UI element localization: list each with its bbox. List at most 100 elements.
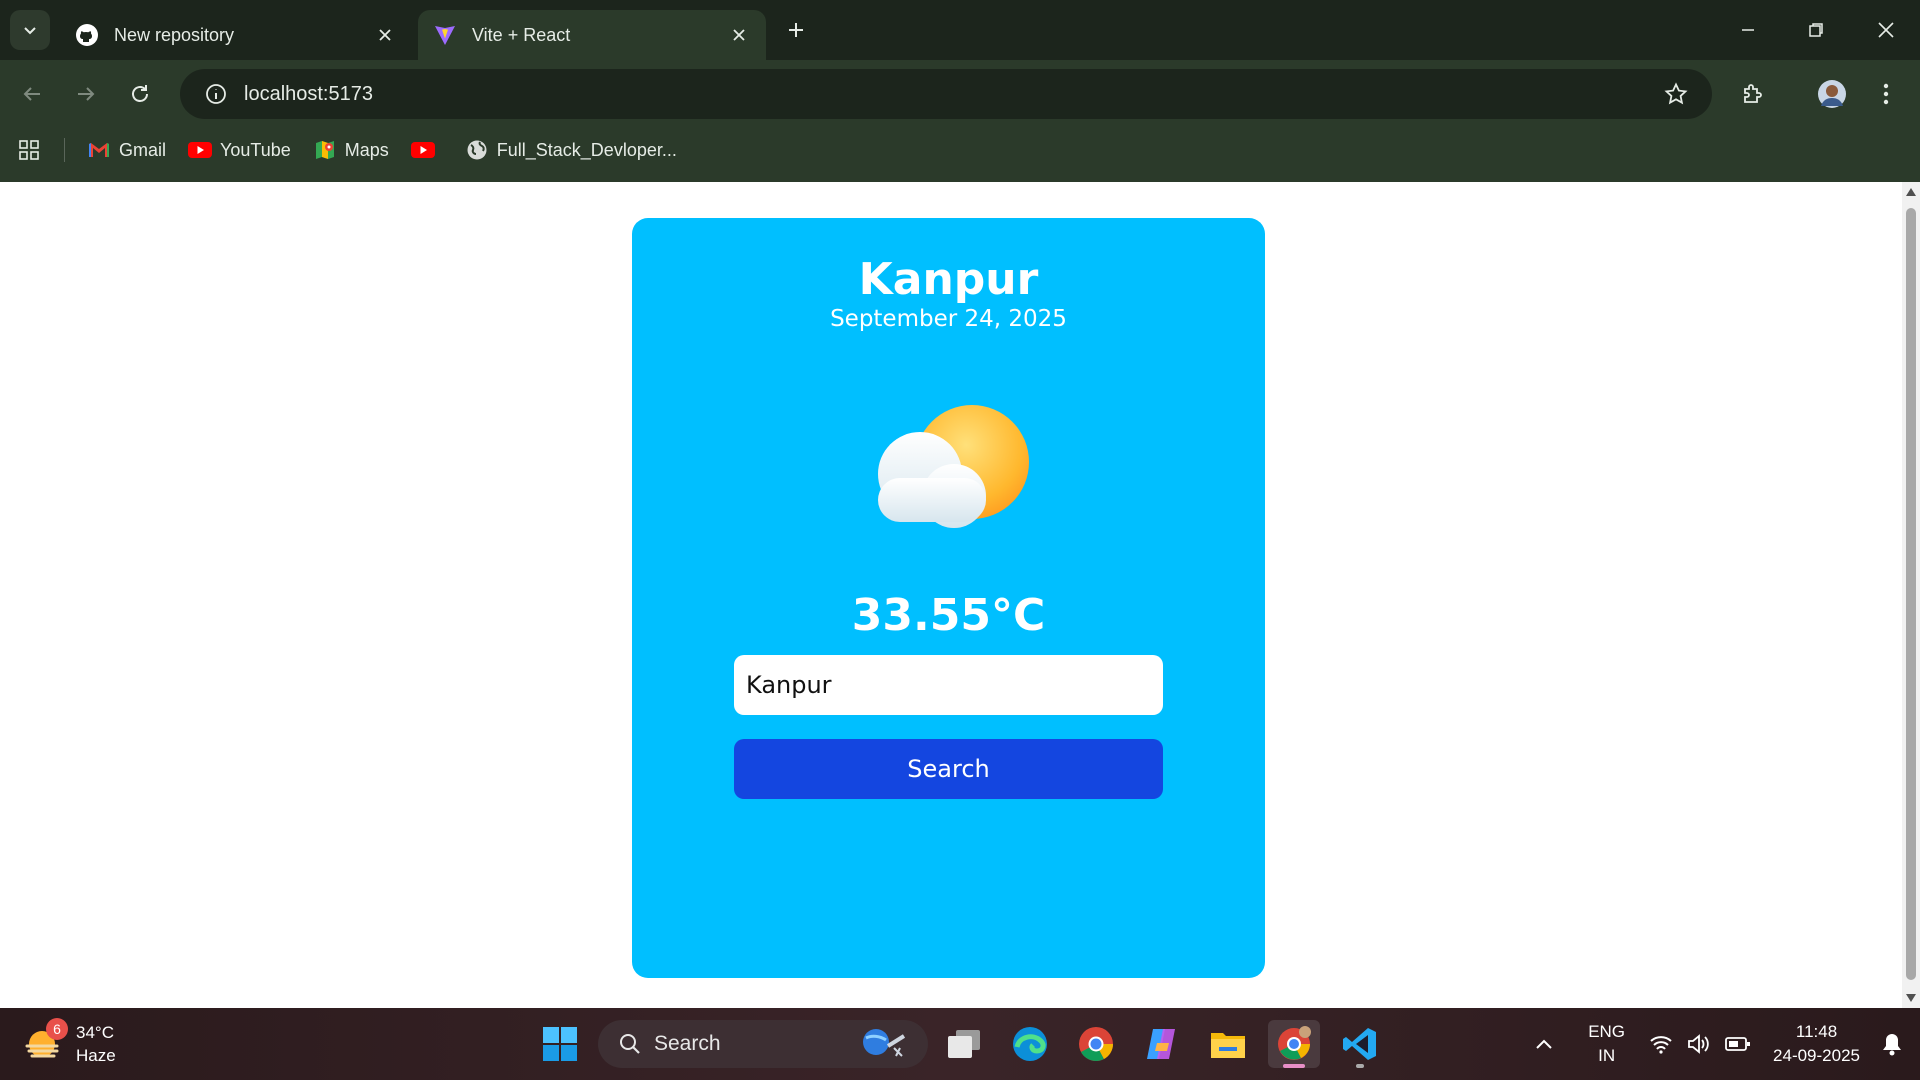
chrome-icon [1079,1027,1113,1061]
globe-icon [465,138,489,162]
language-indicator[interactable]: ENG IN [1588,1020,1625,1068]
copilot-icon [1147,1029,1175,1059]
site-info-icon[interactable] [192,83,240,105]
bell-icon [1883,1034,1901,1056]
search-icon [610,1032,650,1056]
system-tray: ENG IN 11:48 24-09-2025 [1524,1008,1920,1080]
running-app-indicator [1356,1064,1364,1068]
new-tab-button[interactable] [780,14,812,46]
vite-icon [432,22,458,48]
weather-temp: 34°C [76,1023,114,1042]
file-explorer-button[interactable] [1202,1020,1254,1068]
bookmark-label: Full_Stack_Devloper... [496,139,677,160]
bookmark-full-stack[interactable]: Full_Stack_Devloper... [465,134,677,166]
taskbar-weather-widget[interactable]: 6 34°C Haze [24,1018,116,1070]
notification-badge: 6 [46,1018,68,1040]
youtube-icon [188,138,213,162]
bookmark-gmail[interactable]: Gmail [87,134,166,166]
page-viewport: Kanpur September 24, 2025 33.55°C Kanpur… [0,182,1920,1008]
edge-button[interactable] [1004,1020,1056,1068]
start-icon [543,1027,577,1061]
clock[interactable]: 11:48 24-09-2025 [1773,1020,1860,1068]
close-icon[interactable] [372,22,398,48]
wifi-icon [1650,1036,1672,1054]
tab-title: Vite + React [472,24,571,45]
menu-button[interactable] [1866,74,1906,114]
minimize-button[interactable] [1720,10,1776,50]
weather-card: Kanpur September 24, 2025 33.55°C Kanpur… [632,218,1265,978]
forward-button[interactable] [66,74,106,114]
lang-bottom: IN [1598,1046,1616,1065]
partly-cloudy-icon [878,405,1029,528]
clock-time: 11:48 [1795,1022,1838,1041]
taskbar-search-label: Search [654,1032,721,1055]
quick-settings-button[interactable] [1649,1033,1751,1055]
bookmarks-bar: Gmail YouTube Maps Full_Stack_Devloper..… [0,130,1920,170]
avatar [1818,80,1846,108]
vscode-button[interactable] [1334,1020,1386,1068]
github-icon [74,22,100,48]
notifications-button[interactable] [1874,1032,1910,1056]
puzzle-icon [1744,84,1762,103]
close-icon [1878,22,1894,38]
edge-icon [1013,1027,1047,1061]
taskbar: 6 34°C Haze Search ENG IN 11:48 24-09-20… [0,1008,1920,1080]
bookmark-star-icon[interactable] [1652,82,1700,106]
bookmarks-divider [64,138,65,162]
chrome-profile-button[interactable] [1268,1020,1320,1068]
start-button[interactable] [534,1020,586,1068]
extensions-button[interactable] [1733,74,1773,114]
bookmark-label: Maps [344,139,389,160]
scroll-down-icon[interactable] [1905,992,1917,1004]
task-view-button[interactable] [938,1020,990,1068]
close-icon[interactable] [726,22,752,48]
youtube-icon [410,138,435,162]
taskbar-search[interactable]: Search [598,1020,928,1068]
plus-icon [789,23,803,37]
temperature: 33.55°C [851,590,1046,641]
volume-icon [1688,1034,1709,1054]
arrow-left-icon [23,87,40,101]
restore-button[interactable] [1788,10,1844,50]
show-hidden-icons-button[interactable] [1524,1038,1564,1050]
back-button[interactable] [12,74,52,114]
bookmark-label: YouTube [220,139,291,160]
reload-button[interactable] [120,74,160,114]
address-bar[interactable]: localhost:5173 [180,69,1712,119]
search-highlight-icon [854,1024,914,1065]
bookmark-youtube-2[interactable] [410,134,443,166]
bookmark-label: Gmail [119,139,167,160]
browser-chrome: New repository Vite + React localhost:51… [0,0,1920,182]
gmail-icon [87,138,111,162]
close-window-button[interactable] [1858,10,1914,50]
tab-bar: New repository Vite + React [0,0,1920,60]
haze-icon: 6 [24,1018,68,1064]
tab-search-button[interactable] [10,10,50,50]
clock-date: 24-09-2025 [1773,1046,1860,1065]
scrollbar-thumb[interactable] [1906,208,1916,980]
city-name: Kanpur [858,254,1039,305]
chrome-button[interactable] [1070,1020,1122,1068]
current-date: September 24, 2025 [830,306,1067,332]
battery-icon [1725,1037,1751,1051]
weather-desc: Haze [76,1046,116,1065]
search-button[interactable]: Search [734,739,1163,799]
apps-grid-icon [19,140,39,160]
active-app-indicator [1283,1064,1305,1068]
maps-icon [313,138,337,162]
more-vertical-icon [1883,83,1889,105]
city-search-input[interactable] [734,655,1163,715]
chrome-profile-icon [1278,1026,1311,1060]
bookmark-maps[interactable]: Maps [313,134,389,166]
minimize-icon [1742,29,1754,31]
tab-new-repository[interactable]: New repository [60,10,412,60]
bookmark-youtube[interactable]: YouTube [188,134,291,166]
tab-vite-react[interactable]: Vite + React [418,10,766,60]
page-scrollbar[interactable] [1902,182,1920,1008]
task-view-icon [948,1030,980,1058]
apps-button[interactable] [18,134,40,166]
profile-button[interactable] [1812,74,1852,114]
copilot-button[interactable] [1136,1020,1188,1068]
scroll-up-icon[interactable] [1905,186,1917,198]
chevron-down-icon [24,27,36,35]
